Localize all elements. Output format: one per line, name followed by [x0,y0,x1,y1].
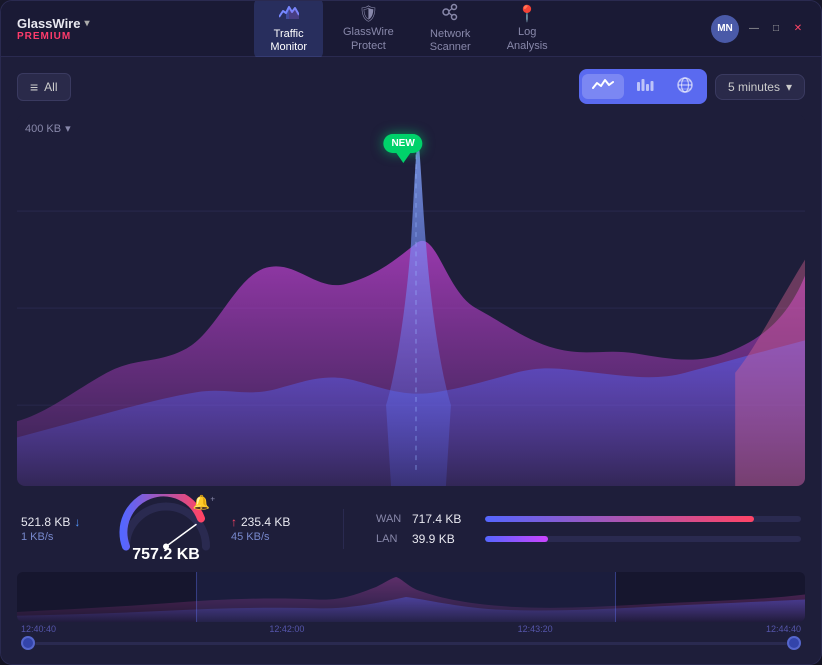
bell-icon[interactable]: 🔔+ [193,494,215,511]
y-axis-label: 400 KB ▾ [25,122,71,135]
upload-arrow-icon: ↑ [231,515,237,529]
app-name-chevron-icon: ▾ [84,18,89,29]
time-chevron-icon: ▾ [786,80,792,94]
scroll-track[interactable] [35,642,787,645]
filter-icon: ≡ [30,79,38,95]
upload-speed: 45 KB/s [231,531,331,543]
download-total: 521.8 KB [21,515,70,529]
nav-network-scanner[interactable]: Network Scanner [414,0,487,60]
stats-bar: 521.8 KB ↓ 1 KB/s 🔔+ [17,486,805,568]
toolbar: ≡ All [17,69,805,104]
main-chart-svg [17,114,805,486]
glasswire-protect-label: GlassWireProtect [343,26,394,52]
download-speed: 1 KB/s [21,531,101,543]
mini-x-label-1: 12:40:40 [21,624,56,634]
chart-type-line-button[interactable] [582,74,624,99]
scroll-handle-right[interactable] [787,636,801,650]
stats-divider [343,509,344,549]
log-analysis-icon: 📍 [517,4,537,24]
avatar[interactable]: MN [711,15,739,43]
chart-type-group [579,69,707,104]
nav-traffic-monitor[interactable]: TrafficMonitor [254,0,323,60]
y-axis-value: 400 KB [25,123,61,135]
network-scanner-label: Network Scanner [430,28,471,54]
scroll-handles [17,634,805,652]
wan-label: WAN [376,513,404,525]
wan-row: WAN 717.4 KB [376,512,801,526]
nav-log-analysis[interactable]: 📍 LogAnalysis [491,0,564,59]
chart-area: 400 KB ▾ NEW [17,114,805,486]
mini-chart-svg [17,572,805,622]
close-button[interactable]: ✕ [791,22,805,36]
lan-row: LAN 39.9 KB [376,532,801,546]
lan-progress-fill [485,536,548,542]
nav-glasswire-protect[interactable]: 🛡 GlassWireProtect [327,0,410,59]
traffic-monitor-icon [279,3,299,26]
gauge-section: 🔔+ 757.2 KB [101,494,231,564]
app-tier-badge: PREMIUM [17,31,107,42]
mini-x-label-2: 12:42:00 [269,624,304,634]
maximize-button[interactable]: □ [769,22,783,36]
upload-total: 235.4 KB [241,515,290,529]
title-bar: GlassWire ▾ PREMIUM TrafficMonitor 🛡 Gla… [1,1,821,57]
app-window: GlassWire ▾ PREMIUM TrafficMonitor 🛡 Gla… [0,0,822,665]
app-title[interactable]: GlassWire ▾ [17,16,107,31]
time-selector-label: 5 minutes [728,80,780,94]
upload-stats: ↑ 235.4 KB 45 KB/s [231,515,331,543]
wan-value: 717.4 KB [412,512,477,526]
marker-pin-icon [396,153,410,163]
new-event-marker: NEW [383,134,422,163]
download-arrow-icon: ↓ [74,515,80,529]
mini-x-label-3: 12:43:20 [518,624,553,634]
mini-chart-wrapper [17,572,805,622]
shield-icon: 🛡 [358,4,378,24]
filter-label: All [44,80,57,94]
scroll-handle-left[interactable] [21,636,35,650]
nav-bar: TrafficMonitor 🛡 GlassWireProtect Networ… [107,0,711,60]
main-content: ≡ All [1,57,821,664]
network-scanner-icon [440,3,460,26]
app-name-text: GlassWire [17,16,80,31]
title-bar-left: GlassWire ▾ PREMIUM [17,16,107,42]
mini-x-axis: 12:40:40 12:42:00 12:43:20 12:44:40 [17,622,805,634]
chart-type-globe-button[interactable] [666,72,704,101]
lan-value: 39.9 KB [412,532,477,546]
wan-lan-section: WAN 717.4 KB LAN 39.9 KB [376,512,801,546]
filter-button[interactable]: ≡ All [17,73,71,101]
lan-label: LAN [376,533,404,545]
wan-progress-fill [485,516,754,522]
time-selector[interactable]: 5 minutes ▾ [715,74,805,100]
wan-progress-bg [485,516,801,522]
traffic-monitor-label: TrafficMonitor [270,28,307,54]
log-analysis-label: LogAnalysis [507,26,548,52]
chart-type-bar-button[interactable] [626,74,664,99]
window-controls: MN — □ ✕ [711,15,805,43]
y-axis-chevron-icon: ▾ [65,122,71,135]
new-badge: NEW [383,134,422,153]
minimize-button[interactable]: — [747,22,761,36]
download-stats: 521.8 KB ↓ 1 KB/s [21,515,101,543]
lan-progress-bg [485,536,801,542]
mini-x-label-4: 12:44:40 [766,624,801,634]
gauge-value: 757.2 KB [132,546,200,564]
